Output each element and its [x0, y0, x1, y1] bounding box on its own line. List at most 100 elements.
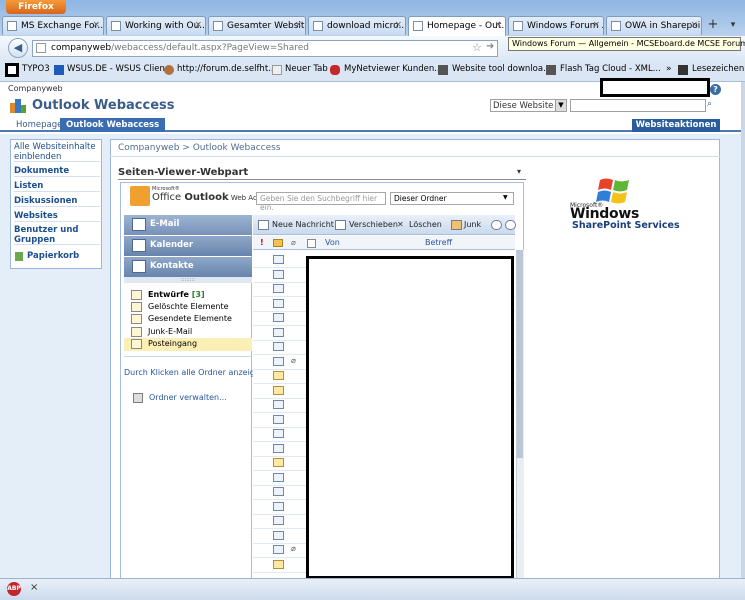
message-icon	[273, 255, 284, 264]
bookmark-wsus[interactable]: WSUS.DE - WSUS Clien...	[67, 64, 173, 74]
tab-download-microsoft[interactable]: download micro... ×	[308, 16, 406, 35]
new-tab-button[interactable]: +	[704, 16, 722, 35]
sent-items-icon	[131, 314, 142, 324]
site-title[interactable]: Outlook Webaccess	[32, 98, 175, 113]
tab-gesamter-website[interactable]: Gesamter Websit... ×	[208, 16, 306, 35]
webpart-title: Seiten-Viewer-Webpart	[118, 167, 249, 178]
quick-launch-view-all[interactable]: Alle Websiteinhalte einblenden	[14, 142, 100, 162]
bookmark-lesezeichen[interactable]: Lesezeichen	[692, 64, 744, 74]
calendar-item-icon	[273, 559, 284, 569]
bookmarks-overflow-button[interactable]: »	[666, 64, 672, 74]
contacts-icon	[132, 260, 146, 273]
manage-folders-link[interactable]: Ordner verwalten...	[149, 393, 227, 402]
owa-nav-email[interactable]: E-Mail	[124, 215, 252, 235]
owa-search-input[interactable]: Geben Sie den Suchbegriff hier ein.	[256, 192, 386, 212]
webpart-menu-button[interactable]: ▾	[517, 167, 521, 176]
content-breadcrumb[interactable]: Companyweb > Outlook Webaccess	[118, 143, 281, 153]
quick-launch-websites[interactable]: Websites	[14, 211, 100, 222]
scrollbar-thumb[interactable]	[517, 250, 523, 458]
inbox-folder-icon	[131, 339, 142, 349]
tab-working-with-outlook[interactable]: Working with Ou... ×	[106, 16, 206, 35]
tab-ms-exchange[interactable]: MS Exchange For... ×	[2, 16, 104, 35]
message-icon	[273, 472, 284, 482]
message-icon	[273, 269, 284, 279]
select-all-checkbox[interactable]	[307, 239, 316, 248]
move-icon	[335, 220, 346, 230]
quick-launch-diskussionen[interactable]: Diskussionen	[14, 196, 100, 207]
owa-nav-calendar[interactable]: Kalender	[124, 236, 252, 256]
folder-posteingang[interactable]: Posteingang	[148, 339, 197, 348]
bookmark-neuer-tab[interactable]: Neuer Tab	[285, 64, 328, 74]
reply-all-icon[interactable]	[505, 220, 516, 230]
close-icon[interactable]: ×	[30, 582, 38, 593]
folder-junk-email[interactable]: Junk-E-Mail	[148, 327, 192, 336]
tab-homepage-outlook[interactable]: Homepage - Out... ×	[408, 16, 506, 36]
close-icon[interactable]: ×	[92, 20, 100, 30]
folder-geloeschte-elemente[interactable]: Gelöschte Elemente	[148, 302, 229, 311]
bookmark-star-icon[interactable]: ☆	[472, 41, 482, 54]
quick-launch-benutzer-gruppen[interactable]: Benutzer und Gruppen	[14, 225, 100, 245]
folder-gesendete-elemente[interactable]: Gesendete Elemente	[148, 314, 232, 323]
firefox-menu-button[interactable]: Firefox	[6, 0, 66, 14]
attachment-column-icon[interactable]: ⌀	[291, 238, 296, 247]
quick-launch-dokumente[interactable]: Dokumente	[14, 166, 100, 177]
move-button[interactable]: Verschieben	[349, 220, 398, 229]
bookmark-mynetviewer[interactable]: MyNetviewer Kunden...	[344, 64, 442, 74]
bookmark-typo3[interactable]: TYPO3	[22, 64, 50, 74]
quick-launch-papierkorb[interactable]: Papierkorb	[27, 251, 97, 261]
redaction-box	[306, 256, 514, 579]
drafts-folder-icon	[131, 290, 142, 300]
close-icon[interactable]: ×	[494, 20, 502, 30]
delete-button[interactable]: Löschen	[409, 220, 442, 229]
close-icon[interactable]: ×	[690, 20, 698, 30]
importance-column[interactable]: !	[260, 238, 264, 247]
tab-owa-in-sharepoint[interactable]: OWA in Sharepoi... ×	[606, 16, 702, 35]
folder-entwuerfe[interactable]: Entwürfe [3]	[148, 290, 205, 299]
close-icon[interactable]: ×	[394, 20, 402, 30]
message-icon	[273, 530, 284, 540]
bookmark-selfhtml[interactable]: http://forum.de.selfht...	[177, 64, 276, 74]
message-type-column-icon[interactable]	[273, 239, 283, 247]
calendar-item-icon	[273, 458, 284, 467]
message-icon	[273, 516, 284, 525]
owa-folder-scope-select[interactable]: Dieser Ordner	[390, 192, 514, 205]
close-icon[interactable]: ×	[294, 20, 302, 30]
close-icon[interactable]: ×	[194, 20, 202, 30]
global-breadcrumb[interactable]: Companyweb	[8, 84, 63, 93]
new-message-button[interactable]: Neue Nachricht	[272, 220, 334, 229]
close-icon[interactable]: ×	[592, 20, 600, 30]
sharepoint-services-brand-text: SharePoint Services	[572, 220, 680, 231]
from-column[interactable]: Von	[325, 238, 340, 247]
reply-icon[interactable]	[491, 220, 502, 230]
tab-list-button[interactable]: ▾	[724, 16, 742, 35]
page-scrollbar[interactable]	[741, 82, 745, 578]
page-icon	[213, 21, 223, 31]
quick-launch-listen[interactable]: Listen	[14, 181, 100, 192]
site-identity-icon[interactable]	[36, 43, 46, 53]
site-search-input[interactable]	[570, 99, 706, 112]
url-bar[interactable]: companyweb/webaccess/default.aspx?PageVi…	[32, 40, 498, 57]
pane-resize-handle[interactable]: ::::::::	[124, 277, 252, 283]
tab-outlook-webaccess[interactable]: Outlook Webaccess	[60, 118, 166, 132]
subject-column[interactable]: Betreff	[425, 238, 452, 247]
help-icon[interactable]: ?	[710, 84, 721, 95]
bookmark-website-tool[interactable]: Website tool downloa...	[452, 64, 551, 74]
delete-icon: ✕	[397, 220, 404, 229]
message-icon	[273, 429, 284, 438]
search-icon[interactable]: ⌕	[707, 99, 719, 112]
adblock-plus-icon[interactable]: ABP	[7, 582, 21, 596]
junk-button[interactable]: Junk	[464, 220, 481, 229]
page-icon	[272, 65, 282, 75]
chevron-down-icon[interactable]: ▼	[555, 100, 566, 111]
page-icon	[7, 21, 17, 31]
site-actions-menu[interactable]: Websiteaktionen ▾	[632, 119, 720, 143]
bookmark-flash-tag-cloud[interactable]: Flash Tag Cloud - XML...	[560, 64, 661, 74]
chevron-down-icon[interactable]: ▼	[503, 194, 508, 201]
tab-windows-forum[interactable]: Windows Forum ... ×	[508, 16, 604, 35]
back-button[interactable]: ◀	[8, 38, 28, 58]
owa-nav-contacts[interactable]: Kontakte	[124, 257, 252, 277]
tab-tooltip: Windows Forum — Allgemein - MCSEboard.de…	[508, 37, 745, 51]
message-icon	[273, 284, 284, 293]
go-arrow-icon[interactable]: ➜	[486, 41, 494, 52]
message-icon	[273, 298, 284, 308]
